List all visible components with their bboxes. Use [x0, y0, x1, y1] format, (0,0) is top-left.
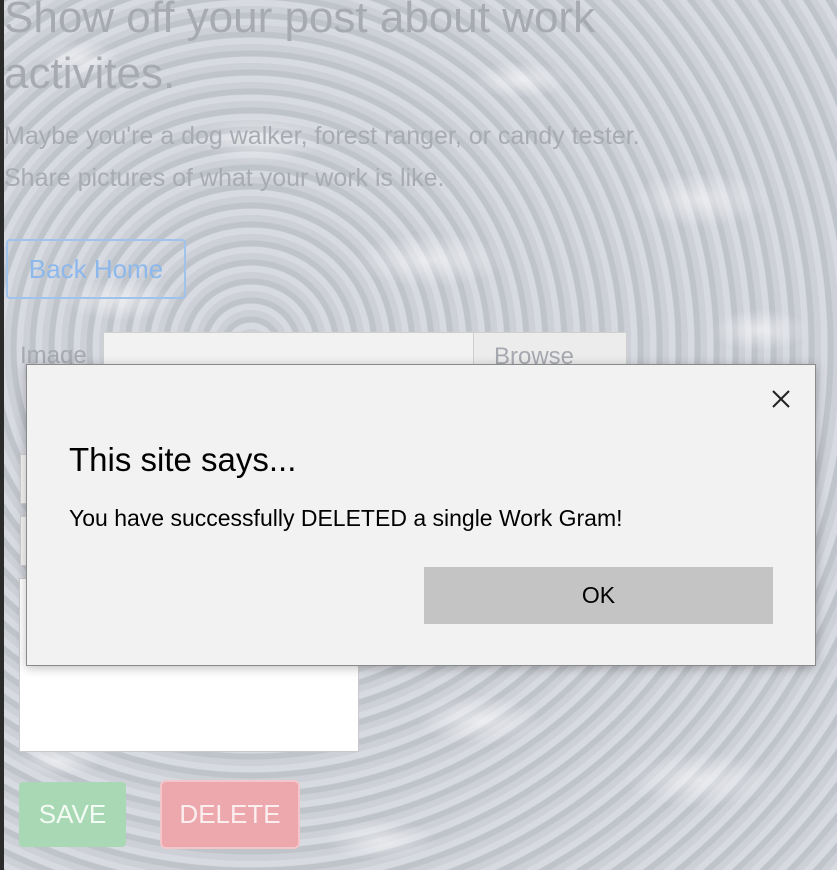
alert-dialog: This site says... You have successfully … [26, 364, 816, 666]
save-button[interactable]: SAVE [19, 782, 126, 847]
page-subtext-1: Maybe you're a dog walker, forest ranger… [4, 122, 640, 150]
back-home-button[interactable]: Back Home [6, 239, 186, 299]
page-subtext-2: Share pictures of what your work is like… [4, 164, 445, 192]
close-icon[interactable] [769, 387, 793, 411]
page-heading: Show off your post about work activites. [4, 0, 596, 98]
ok-button[interactable]: OK [424, 567, 773, 624]
dialog-message: You have successfully DELETED a single W… [69, 505, 623, 531]
dialog-title: This site says... [69, 441, 297, 478]
delete-button[interactable]: DELETE [162, 782, 298, 847]
